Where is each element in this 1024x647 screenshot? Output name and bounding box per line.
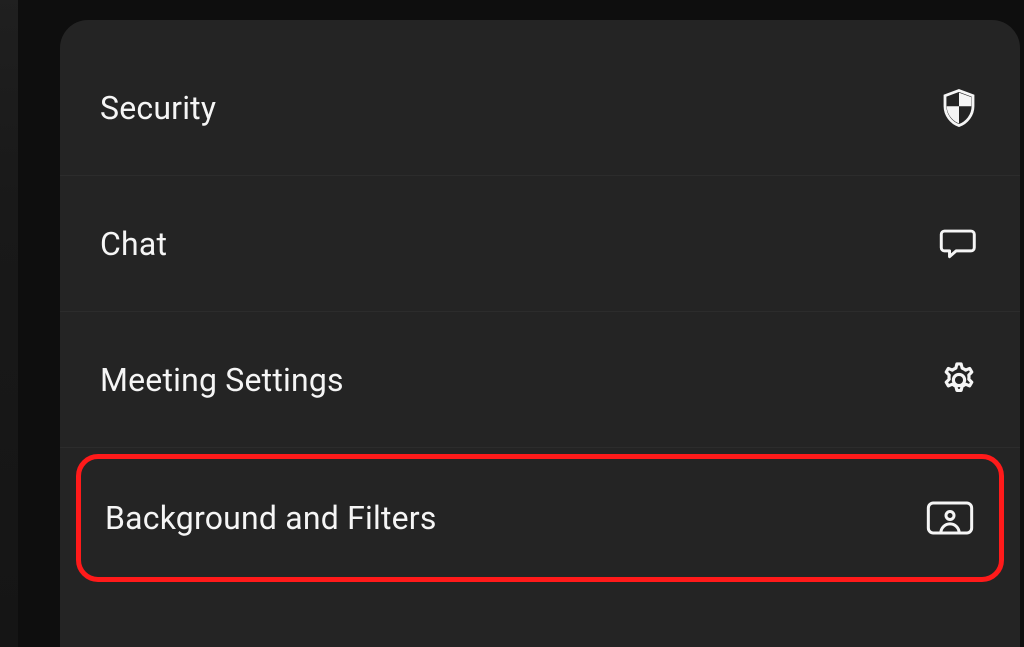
shield-icon — [938, 87, 980, 129]
screen: Security Chat Meeting Settings — [0, 0, 1024, 647]
menu-item-chat[interactable]: Chat — [60, 176, 1020, 312]
menu-item-label: Meeting Settings — [100, 361, 344, 399]
menu-item-security[interactable]: Security — [60, 40, 1020, 176]
menu-item-label: Chat — [100, 225, 167, 263]
highlighted-item-outline: Background and Filters — [76, 454, 1004, 582]
background-gradient — [0, 0, 18, 647]
menu-item-label: Security — [100, 89, 216, 127]
gear-icon — [938, 359, 980, 401]
chat-bubble-icon — [936, 222, 980, 266]
menu-item-background-and-filters[interactable]: Background and Filters — [81, 459, 999, 577]
person-frame-icon — [925, 498, 975, 538]
settings-panel: Security Chat Meeting Settings — [60, 20, 1020, 647]
menu-item-meeting-settings[interactable]: Meeting Settings — [60, 312, 1020, 448]
menu-item-label: Background and Filters — [105, 499, 437, 537]
